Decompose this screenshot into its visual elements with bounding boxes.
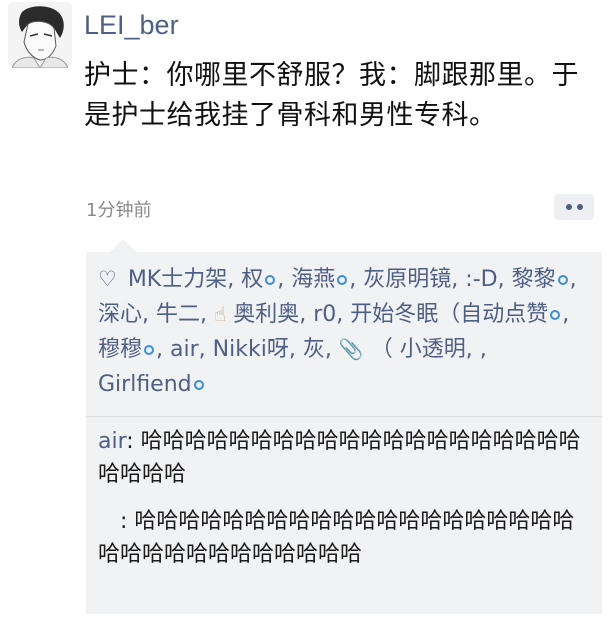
heart-icon: ♡: [98, 267, 117, 291]
like-name[interactable]: 海燕: [291, 267, 335, 292]
more-button[interactable]: [554, 194, 594, 220]
badge-icon: [265, 275, 276, 285]
like-name[interactable]: MK士力架: [128, 267, 227, 292]
comment-item[interactable]: : 哈哈哈哈哈哈哈哈哈哈哈哈哈哈哈哈哈哈哈哈哈哈哈哈哈哈哈哈哈哈哈哈: [86, 491, 602, 571]
badge-icon: [557, 275, 568, 285]
like-name[interactable]: 穆穆: [98, 337, 142, 362]
likes-list: ♡ MK士力架, 权, 海燕, 灰原明镜, :-D, 黎黎, 深心, 牛二, ☝…: [98, 267, 577, 397]
like-name[interactable]: Nikki呀: [213, 337, 289, 362]
more-dot-icon: [576, 204, 583, 210]
like-name[interactable]: Girlfiend: [98, 372, 192, 397]
comment-author[interactable]: air: [98, 429, 126, 454]
avatar[interactable]: [8, 2, 72, 68]
comment-item[interactable]: air: 哈哈哈哈哈哈哈哈哈哈哈哈哈哈哈哈哈哈哈哈哈哈哈哈: [86, 417, 602, 491]
badge-icon: [337, 275, 348, 285]
like-name[interactable]: 牛二: [156, 302, 200, 327]
more-dot-icon: [565, 204, 572, 210]
like-name[interactable]: 灰: [303, 337, 325, 362]
post-text: 护士：你哪里不舒服？我：脚跟那里。于是护士给我挂了骨科和男性专科。: [84, 60, 579, 131]
paperclip-icon: 📎: [338, 337, 364, 361]
like-name[interactable]: 开始冬眠（自动点赞: [350, 302, 548, 327]
badge-icon: [550, 310, 561, 320]
username-link[interactable]: LEI_ber: [84, 10, 179, 41]
avatar-illustration: [8, 2, 72, 68]
like-name[interactable]: air: [170, 337, 199, 362]
like-name[interactable]: 奥利奥: [233, 302, 299, 327]
comment-separator: :: [120, 509, 135, 534]
like-name[interactable]: 黎黎: [512, 267, 556, 292]
comment-text: 哈哈哈哈哈哈哈哈哈哈哈哈哈哈哈哈哈哈哈哈哈哈哈哈哈哈哈哈哈哈哈哈: [98, 509, 575, 567]
like-name[interactable]: r0: [313, 302, 336, 327]
comment-separator: :: [126, 429, 141, 454]
badge-icon: [193, 380, 204, 390]
post-timestamp: 1分钟前: [86, 200, 152, 221]
likes-comments-panel: ♡ MK士力架, 权, 海燕, 灰原明镜, :-D, 黎黎, 深心, 牛二, ☝…: [86, 239, 602, 614]
pointing-hand-icon: ☝: [214, 302, 227, 326]
like-name[interactable]: 权: [241, 267, 263, 292]
like-name[interactable]: （ 小透明: [371, 337, 466, 362]
comment-text: 哈哈哈哈哈哈哈哈哈哈哈哈哈哈哈哈哈哈哈哈哈哈哈哈: [98, 429, 581, 487]
like-name[interactable]: 灰原明镜: [363, 267, 451, 292]
like-name[interactable]: :-D: [465, 267, 497, 292]
badge-icon: [144, 345, 155, 355]
like-name[interactable]: 深心: [98, 302, 142, 327]
